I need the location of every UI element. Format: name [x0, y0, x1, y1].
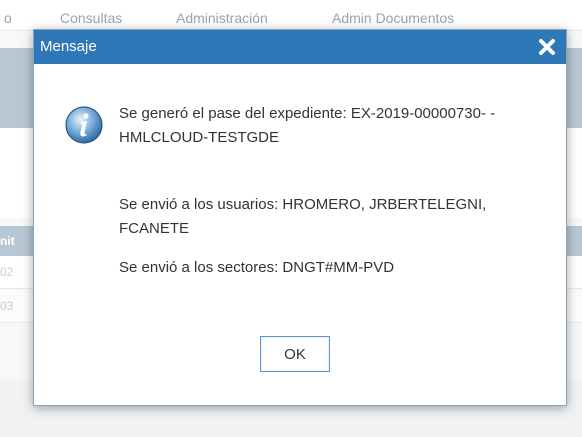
nav-item-consultas[interactable]: Consultas	[60, 10, 122, 26]
dialog-titlebar[interactable]: Mensaje	[34, 30, 566, 64]
close-button[interactable]	[536, 36, 558, 58]
ok-button[interactable]: OK	[260, 336, 330, 372]
row-fragment: 03	[0, 299, 14, 313]
info-icon	[64, 105, 104, 145]
dialog-title: Mensaje	[40, 38, 97, 55]
nav-item-admin-documentos[interactable]: Admin Documentos	[332, 10, 454, 26]
nav-item-partial[interactable]: o	[4, 10, 12, 26]
message-expediente: Se generó el pase del expediente: EX-201…	[119, 105, 496, 146]
header-fragment: nit	[0, 234, 15, 248]
nav-item-administracion[interactable]: Administración	[176, 10, 268, 26]
close-icon	[539, 39, 555, 55]
top-nav-bar: o Consultas Administración Admin Documen…	[0, 0, 582, 31]
message-usuarios: Se envió a los usuarios: HROMERO, JRBERT…	[119, 196, 487, 237]
message-sectores: Se envió a los sectores: DNGT#MM-PVD	[119, 259, 395, 276]
message-dialog: Mensaje Se generó el pase del expediente…	[33, 29, 567, 406]
row-fragment: 02	[0, 265, 14, 279]
